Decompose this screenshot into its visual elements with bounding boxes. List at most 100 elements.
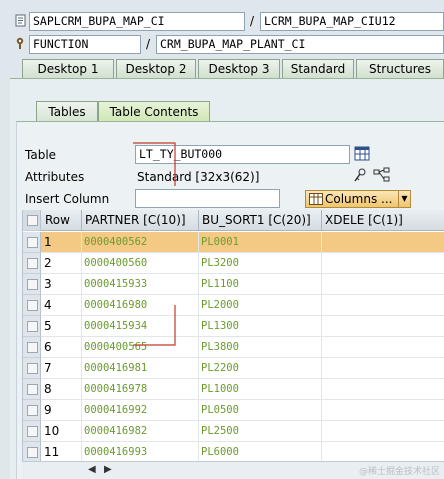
gear-icon — [16, 37, 24, 49]
cell-partner[interactable]: 0000416993 — [82, 442, 199, 463]
column-header-xdele[interactable]: XDELE [C(1)] — [322, 210, 444, 231]
table-label: Table — [25, 148, 57, 162]
cell-partner[interactable]: 0000416982 — [82, 421, 199, 442]
columns-button-label: Columns ... — [325, 192, 393, 206]
cell-partner[interactable]: 0000415933 — [82, 274, 199, 295]
insert-column-label: Insert Column — [25, 192, 110, 206]
program-field[interactable]: SAPLCRM_BUPA_MAP_CI — [29, 12, 245, 31]
grid-header: Row PARTNER [C(10)] BU_SORT1 [C(20)] XDE… — [23, 210, 444, 231]
table-row[interactable]: 5 0000415934 PL1300 — [23, 316, 444, 337]
path-separator-2: / — [146, 37, 151, 51]
row-selector[interactable] — [23, 316, 41, 337]
cell-row[interactable]: 8 — [42, 379, 82, 400]
cell-row[interactable]: 1 — [42, 232, 82, 253]
cell-xdele[interactable] — [322, 295, 444, 316]
row-selector[interactable] — [23, 442, 41, 463]
table-row[interactable]: 10 0000416982 PL2500 — [23, 421, 444, 442]
cell-xdele[interactable] — [322, 379, 444, 400]
table-row[interactable]: 2 0000400560 PL3200 — [23, 253, 444, 274]
cell-row[interactable]: 7 — [42, 358, 82, 379]
row-selector[interactable] — [23, 421, 41, 442]
cell-partner[interactable]: 0000416980 — [82, 295, 199, 316]
table-icon[interactable] — [354, 146, 370, 161]
table-row[interactable]: 1 0000400562 PL0001 — [23, 232, 444, 253]
details-icon[interactable] — [353, 167, 369, 183]
cell-xdele[interactable] — [322, 232, 444, 253]
cell-bu-sort1[interactable]: PL1000 — [199, 379, 322, 400]
share-icon[interactable] — [373, 167, 391, 183]
cell-partner[interactable]: 0000416981 — [82, 358, 199, 379]
cell-row[interactable]: 2 — [42, 253, 82, 274]
table-row[interactable]: 8 0000416978 PL1000 — [23, 379, 444, 400]
table-row[interactable]: 6 0000400565 PL3800 — [23, 337, 444, 358]
cell-partner[interactable]: 0000415934 — [82, 316, 199, 337]
table-row[interactable]: 11 0000416993 PL6000 — [23, 442, 444, 463]
watermark: @稀土掘金技术社区 — [358, 467, 440, 477]
cell-xdele[interactable] — [322, 337, 444, 358]
tab-table-contents[interactable]: Table Contents — [98, 101, 210, 122]
cell-row[interactable]: 6 — [42, 337, 82, 358]
column-header-partner[interactable]: PARTNER [C(10)] — [82, 210, 199, 231]
row-selector[interactable] — [23, 274, 41, 295]
tab-desktop-1[interactable]: Desktop 1 — [22, 59, 114, 79]
cell-xdele[interactable] — [322, 274, 444, 295]
column-header-row[interactable]: Row — [42, 210, 82, 231]
cell-partner[interactable]: 0000416992 — [82, 400, 199, 421]
cell-bu-sort1[interactable]: PL1100 — [199, 274, 322, 295]
cell-row[interactable]: 4 — [42, 295, 82, 316]
horizontal-scrollbar[interactable]: ◀ ▶ @稀土掘金技术社区 — [22, 461, 444, 479]
row-selector[interactable] — [23, 295, 41, 316]
cell-bu-sort1[interactable]: PL1300 — [199, 316, 322, 337]
cell-partner[interactable]: 0000400565 — [82, 337, 199, 358]
cell-bu-sort1[interactable]: PL0500 — [199, 400, 322, 421]
scroll-left-icon[interactable]: ◀ — [88, 464, 96, 475]
row-selector[interactable] — [23, 232, 41, 253]
cell-row[interactable]: 11 — [42, 442, 82, 463]
tab-desktop-2[interactable]: Desktop 2 — [116, 59, 196, 79]
cell-partner[interactable]: 0000416978 — [82, 379, 199, 400]
include-field[interactable]: LCRM_BUPA_MAP_CIU12 — [260, 12, 444, 31]
cell-bu-sort1[interactable]: PL2200 — [199, 358, 322, 379]
insert-column-input[interactable] — [135, 189, 280, 208]
cell-row[interactable]: 5 — [42, 316, 82, 337]
row-selector[interactable] — [23, 379, 41, 400]
cell-bu-sort1[interactable]: PL3200 — [199, 253, 322, 274]
table-row[interactable]: 9 0000416992 PL0500 — [23, 400, 444, 421]
function-name-field[interactable]: CRM_BUPA_MAP_PLANT_CI — [156, 35, 444, 54]
cell-xdele[interactable] — [322, 421, 444, 442]
row-selector[interactable] — [23, 253, 41, 274]
cell-xdele[interactable] — [322, 253, 444, 274]
cell-row[interactable]: 10 — [42, 421, 82, 442]
select-all-cell[interactable] — [23, 210, 41, 231]
tab-desktop-3[interactable]: Desktop 3 — [198, 59, 280, 79]
scroll-right-icon[interactable]: ▶ — [104, 464, 112, 475]
tab-standard[interactable]: Standard — [282, 59, 354, 79]
table-row[interactable]: 4 0000416980 PL2000 — [23, 295, 444, 316]
row-selector[interactable] — [23, 400, 41, 421]
cell-xdele[interactable] — [322, 400, 444, 421]
table-row[interactable]: 7 0000416981 PL2200 — [23, 358, 444, 379]
table-input[interactable]: LT_TY_BUT000 — [135, 145, 350, 164]
cell-row[interactable]: 9 — [42, 400, 82, 421]
cell-xdele[interactable] — [322, 358, 444, 379]
cell-partner[interactable]: 0000400560 — [82, 253, 199, 274]
cell-bu-sort1[interactable]: PL2000 — [199, 295, 322, 316]
cell-bu-sort1[interactable]: PL3800 — [199, 337, 322, 358]
column-header-bu-sort1[interactable]: BU_SORT1 [C(20)] — [199, 210, 322, 231]
cell-bu-sort1[interactable]: PL6000 — [199, 442, 322, 463]
cell-bu-sort1[interactable]: PL0001 — [199, 232, 322, 253]
cell-xdele[interactable] — [322, 442, 444, 463]
row-selector[interactable] — [23, 358, 41, 379]
cell-row[interactable]: 3 — [42, 274, 82, 295]
row-selector[interactable] — [23, 337, 41, 358]
type-field[interactable]: FUNCTION — [29, 35, 141, 54]
path-separator: / — [250, 14, 255, 28]
columns-button[interactable]: Columns ... ▼ — [305, 190, 411, 208]
tab-tables[interactable]: Tables — [36, 101, 98, 122]
cell-bu-sort1[interactable]: PL2500 — [199, 421, 322, 442]
cell-xdele[interactable] — [322, 316, 444, 337]
tab-structures[interactable]: Structures — [356, 59, 444, 79]
dropdown-arrow-icon[interactable]: ▼ — [398, 191, 410, 207]
cell-partner[interactable]: 0000400562 — [82, 232, 199, 253]
table-row[interactable]: 3 0000415933 PL1100 — [23, 274, 444, 295]
